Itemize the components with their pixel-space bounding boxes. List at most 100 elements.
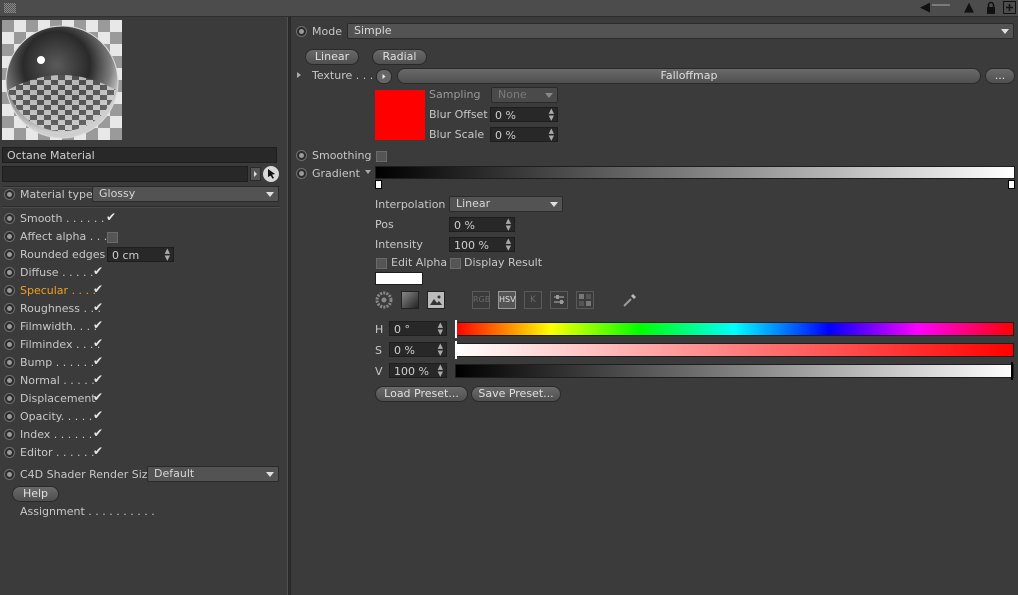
color-wheel-icon[interactable]	[375, 291, 393, 309]
rounded-edges-field[interactable]: 0 cm ▲ ▼	[107, 247, 174, 262]
material-preview[interactable]	[2, 20, 122, 140]
sampling-label: Sampling	[429, 88, 481, 101]
separator	[2, 206, 280, 208]
specular-radio[interactable]	[4, 285, 15, 296]
material-type-dropdown[interactable]: Glossy	[92, 186, 279, 202]
image-picker-icon[interactable]	[427, 291, 445, 309]
search-arrow-button[interactable]	[250, 167, 261, 181]
pick-icon[interactable]	[263, 166, 279, 182]
tab-linear[interactable]: Linear	[305, 49, 359, 65]
intensity-field[interactable]: 100 % ▲ ▼	[449, 237, 515, 252]
texture-play-button[interactable]	[376, 69, 392, 84]
affect-alpha-checkbox[interactable]	[107, 232, 118, 243]
blur-offset-field[interactable]: 0 % ▲ ▼	[490, 107, 558, 122]
bump-radio[interactable]	[4, 357, 15, 368]
opacity-radio[interactable]	[4, 411, 15, 422]
smoothing-checkbox[interactable]	[376, 151, 387, 162]
gradient-bar[interactable]	[375, 166, 1015, 179]
rgb-mode-button[interactable]: RGB	[472, 291, 490, 309]
v-value: 100 %	[394, 365, 429, 378]
gradient-expand-icon[interactable]	[365, 170, 371, 174]
specular-checkbox[interactable]: ✔	[93, 283, 104, 295]
gradient-radio[interactable]	[296, 168, 307, 179]
roughness-radio[interactable]	[4, 303, 15, 314]
blur-offset-label: Blur Offset	[429, 108, 488, 121]
bump-checkbox[interactable]: ✔	[93, 355, 104, 367]
mode-radio[interactable]	[296, 26, 307, 37]
pos-field[interactable]: 0 % ▲ ▼	[449, 217, 515, 232]
pos-label: Pos	[375, 218, 394, 231]
normal-label: Normal . . . . .	[20, 374, 95, 387]
edit-alpha-label: Edit Alpha	[391, 256, 448, 269]
smooth-checkbox[interactable]: ✔	[106, 211, 117, 223]
normal-checkbox[interactable]: ✔	[93, 373, 104, 385]
render-size-dropdown[interactable]: Default	[147, 466, 279, 482]
opacity-checkbox[interactable]: ✔	[93, 409, 104, 421]
h-field[interactable]: 0 ° ▲ ▼	[389, 321, 447, 336]
texture-expand-icon[interactable]	[297, 72, 301, 78]
value-slider[interactable]	[455, 364, 1014, 378]
displacement-radio[interactable]	[4, 393, 15, 404]
filmwidth-radio[interactable]	[4, 321, 15, 332]
display-result-checkbox[interactable]	[450, 258, 461, 269]
swatches-icon[interactable]	[576, 291, 594, 309]
material-type-radio[interactable]	[4, 189, 15, 200]
index-checkbox[interactable]: ✔	[93, 427, 104, 439]
editor-radio[interactable]	[4, 447, 15, 458]
rounded-edges-radio[interactable]	[4, 249, 15, 260]
gradient-knot-start[interactable]	[375, 180, 382, 189]
hue-slider[interactable]	[455, 322, 1014, 336]
render-size-label: C4D Shader Render Size	[20, 468, 155, 481]
interpolation-value: Linear	[456, 197, 491, 210]
load-preset-button[interactable]: Load Preset...	[375, 386, 468, 402]
affect-alpha-radio[interactable]	[4, 231, 15, 242]
texture-shader-button[interactable]: Falloffmap	[397, 68, 981, 84]
roughness-checkbox[interactable]: ✔	[93, 301, 104, 313]
kelvin-mode-button[interactable]: K	[524, 291, 542, 309]
diffuse-checkbox[interactable]: ✔	[93, 265, 104, 277]
cursor-icon[interactable]: ▲	[962, 1, 976, 15]
filmwidth-label: Filmwidth. . . .	[20, 320, 98, 333]
hue-slider-handle[interactable]	[455, 320, 457, 338]
eyedropper-icon[interactable]	[621, 291, 639, 309]
s-field[interactable]: 0 % ▲ ▼	[389, 342, 447, 357]
diffuse-radio[interactable]	[4, 267, 15, 278]
opacity-label: Opacity. . . . .	[20, 410, 93, 423]
tab-radial[interactable]: Radial	[372, 49, 427, 65]
arrow-left-icon[interactable]: ◀	[918, 1, 932, 15]
hsv-mode-button[interactable]: HSV	[498, 291, 516, 309]
save-preset-button[interactable]: Save Preset...	[471, 386, 561, 402]
filmindex-checkbox[interactable]: ✔	[93, 337, 104, 349]
v-field[interactable]: 100 % ▲ ▼	[389, 363, 447, 378]
gradient-knot-end[interactable]	[1008, 180, 1015, 189]
assignment-label[interactable]: Assignment . . . . . . . . . .	[20, 505, 155, 519]
edit-alpha-checkbox[interactable]	[376, 258, 387, 269]
blur-scale-field[interactable]: 0 % ▲ ▼	[490, 127, 558, 142]
smooth-radio[interactable]	[4, 213, 15, 224]
mode-value: Simple	[354, 24, 392, 37]
index-radio[interactable]	[4, 429, 15, 440]
filmindex-radio[interactable]	[4, 339, 15, 350]
saturation-slider-handle[interactable]	[455, 341, 457, 359]
filmwidth-checkbox[interactable]: ✔	[93, 319, 104, 331]
knot-color-swatch[interactable]	[375, 272, 423, 285]
mixer-icon[interactable]	[550, 291, 568, 309]
search-input[interactable]	[2, 166, 248, 182]
lock-icon[interactable]	[984, 1, 998, 15]
material-name-field[interactable]: Octane Material	[2, 147, 277, 163]
saturation-slider[interactable]	[455, 343, 1014, 357]
smoothing-radio[interactable]	[296, 150, 307, 161]
texture-more-button[interactable]: ...	[985, 68, 1015, 84]
add-icon[interactable]	[1002, 1, 1016, 15]
color-spectrum-icon[interactable]	[401, 291, 419, 309]
displacement-checkbox[interactable]: ✔	[93, 391, 104, 403]
interpolation-dropdown[interactable]: Linear	[449, 196, 563, 212]
normal-radio[interactable]	[4, 375, 15, 386]
help-button[interactable]: Help	[12, 486, 59, 502]
render-size-radio[interactable]	[4, 469, 15, 480]
mode-dropdown[interactable]: Simple	[347, 23, 1014, 39]
grip-icon[interactable]	[4, 3, 16, 13]
editor-checkbox[interactable]: ✔	[93, 445, 104, 457]
h-value: 0 °	[394, 323, 410, 336]
value-slider-handle[interactable]	[1011, 362, 1013, 380]
